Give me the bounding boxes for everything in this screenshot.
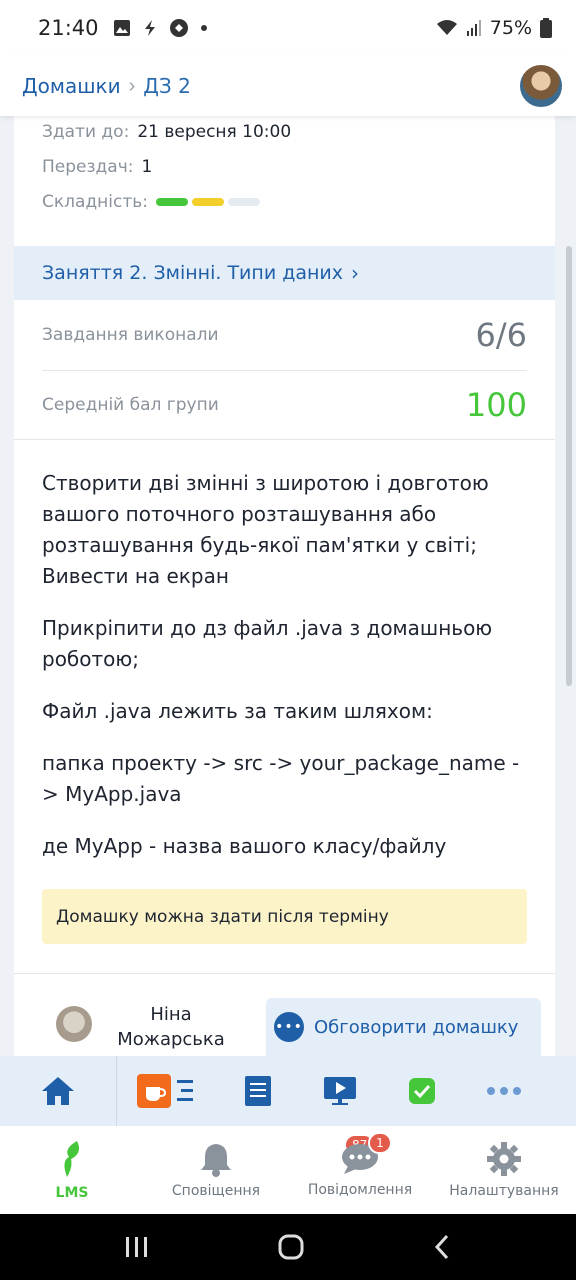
battery-percent: 75% <box>489 17 532 39</box>
more-notifications-dot <box>200 25 207 31</box>
materials-nav-button[interactable] <box>217 1056 299 1126</box>
tab-label: Налаштування <box>449 1183 559 1199</box>
gear-icon <box>487 1142 521 1176</box>
lms-logo-icon <box>64 1141 79 1177</box>
video-lesson-icon <box>324 1077 356 1105</box>
completed-value: 6/6 <box>475 316 528 354</box>
bell-icon <box>201 1144 231 1177</box>
tab-settings[interactable]: Налаштування <box>432 1126 576 1214</box>
footer-divider <box>14 973 555 974</box>
tasks-nav-button[interactable] <box>381 1056 463 1126</box>
document-icon <box>245 1076 271 1106</box>
app-header: Домашки › ДЗ 2 <box>0 56 576 116</box>
tab-lms[interactable]: LMS <box>0 1126 144 1214</box>
sync-icon <box>169 19 188 37</box>
difficulty-bar-2 <box>192 198 225 206</box>
due-date-value: 21 вересня 10:00 <box>137 122 292 142</box>
completed-label: Завдання виконали <box>42 325 219 345</box>
average-label: Середній бал групи <box>42 395 219 415</box>
breadcrumb-current: ДЗ 2 <box>143 74 191 98</box>
lesson-title: Заняття 2. Змінні. Типи даних <box>42 262 344 284</box>
more-nav-button[interactable] <box>463 1056 545 1126</box>
recent-apps-icon[interactable] <box>124 1235 150 1259</box>
description-paragraph: папка проекту -> src -> your_package_nam… <box>42 751 520 806</box>
messages-badge: 1 <box>368 1132 392 1154</box>
difficulty-meter <box>156 198 261 206</box>
chevron-right-icon: › <box>128 74 136 97</box>
status-right: 75% <box>436 17 552 39</box>
checkmark-icon <box>409 1078 435 1104</box>
tab-label: LMS <box>55 1185 89 1201</box>
video-nav-button[interactable] <box>299 1056 381 1126</box>
difficulty-label: Складність: <box>42 192 149 212</box>
homework-card: Здати до: 21 вересня 10:00 Перездач: 1 С… <box>14 116 555 1056</box>
home-circle-icon[interactable] <box>277 1233 305 1261</box>
chat-icon: ••• <box>274 1012 304 1042</box>
signal-icon <box>466 20 481 36</box>
due-date-row: Здати до: 21 вересня 10:00 <box>42 122 291 142</box>
resubmits-row: Перездач: 1 <box>42 157 152 177</box>
java-course-icon <box>137 1074 193 1108</box>
system-nav-bar <box>0 1214 576 1280</box>
difficulty-row: Складність: <box>42 192 261 212</box>
homework-description: Створити дві змінні з широтою і довготою… <box>42 468 532 883</box>
battery-icon <box>540 18 552 38</box>
home-nav-button[interactable] <box>0 1056 116 1126</box>
user-avatar[interactable] <box>518 63 564 109</box>
late-submission-notice: Домашку можна здати після терміну <box>42 889 527 944</box>
back-icon[interactable] <box>432 1234 452 1260</box>
description-paragraph: Файл .java лежить за таким шляхом: <box>42 699 433 723</box>
status-notification-icons <box>113 18 207 38</box>
difficulty-bar-3 <box>228 198 261 206</box>
due-date-label: Здати до: <box>42 122 130 142</box>
section-divider <box>14 439 555 440</box>
home-icon <box>42 1077 74 1105</box>
resubmits-label: Перездач: <box>42 157 134 177</box>
average-value: 100 <box>465 386 527 424</box>
gallery-icon <box>113 20 130 36</box>
tab-notifications[interactable]: 87 Сповіщення <box>144 1126 376 1214</box>
more-icon <box>487 1087 521 1095</box>
discuss-homework-button[interactable]: ••• Обговорити домашку <box>266 998 541 1056</box>
tab-messages[interactable]: 1 Повідомлення <box>288 1126 432 1214</box>
description-paragraph: Створити дві змінні з широтою і довготою… <box>42 471 489 588</box>
average-stat-row: Середній бал групи 100 <box>42 371 527 439</box>
author-name: Ніна Можарська <box>117 1004 225 1050</box>
chevron-right-icon: › <box>351 261 360 285</box>
breadcrumb-homework-link[interactable]: Домашки <box>22 74 121 98</box>
completed-stat-row: Завдання виконали 6/6 <box>42 301 527 369</box>
status-bar: 21:40 75% <box>0 0 576 56</box>
resubmits-value: 1 <box>141 157 153 177</box>
java-course-nav-button[interactable] <box>117 1056 217 1126</box>
description-paragraph: Прикріпити до дз файл .java з домашньою … <box>42 616 493 671</box>
lesson-link[interactable]: Заняття 2. Змінні. Типи даних › <box>14 246 555 300</box>
wifi-icon <box>436 20 457 35</box>
discuss-button-label: Обговорити домашку <box>314 1016 519 1038</box>
tab-label: Сповіщення <box>171 1183 261 1199</box>
status-time: 21:40 <box>38 16 99 40</box>
tab-bar: LMS 87 Сповіщення 1 Повідомлення Налашту… <box>0 1126 576 1214</box>
difficulty-bar-1 <box>156 198 189 206</box>
flash-icon <box>144 20 155 36</box>
tab-label: Повідомлення <box>307 1182 413 1198</box>
description-paragraph: де MyApp - назва вашого класу/файлу <box>42 834 447 858</box>
section-nav <box>0 1056 576 1126</box>
author-avatar <box>56 1006 92 1042</box>
scrollbar[interactable] <box>566 246 572 686</box>
